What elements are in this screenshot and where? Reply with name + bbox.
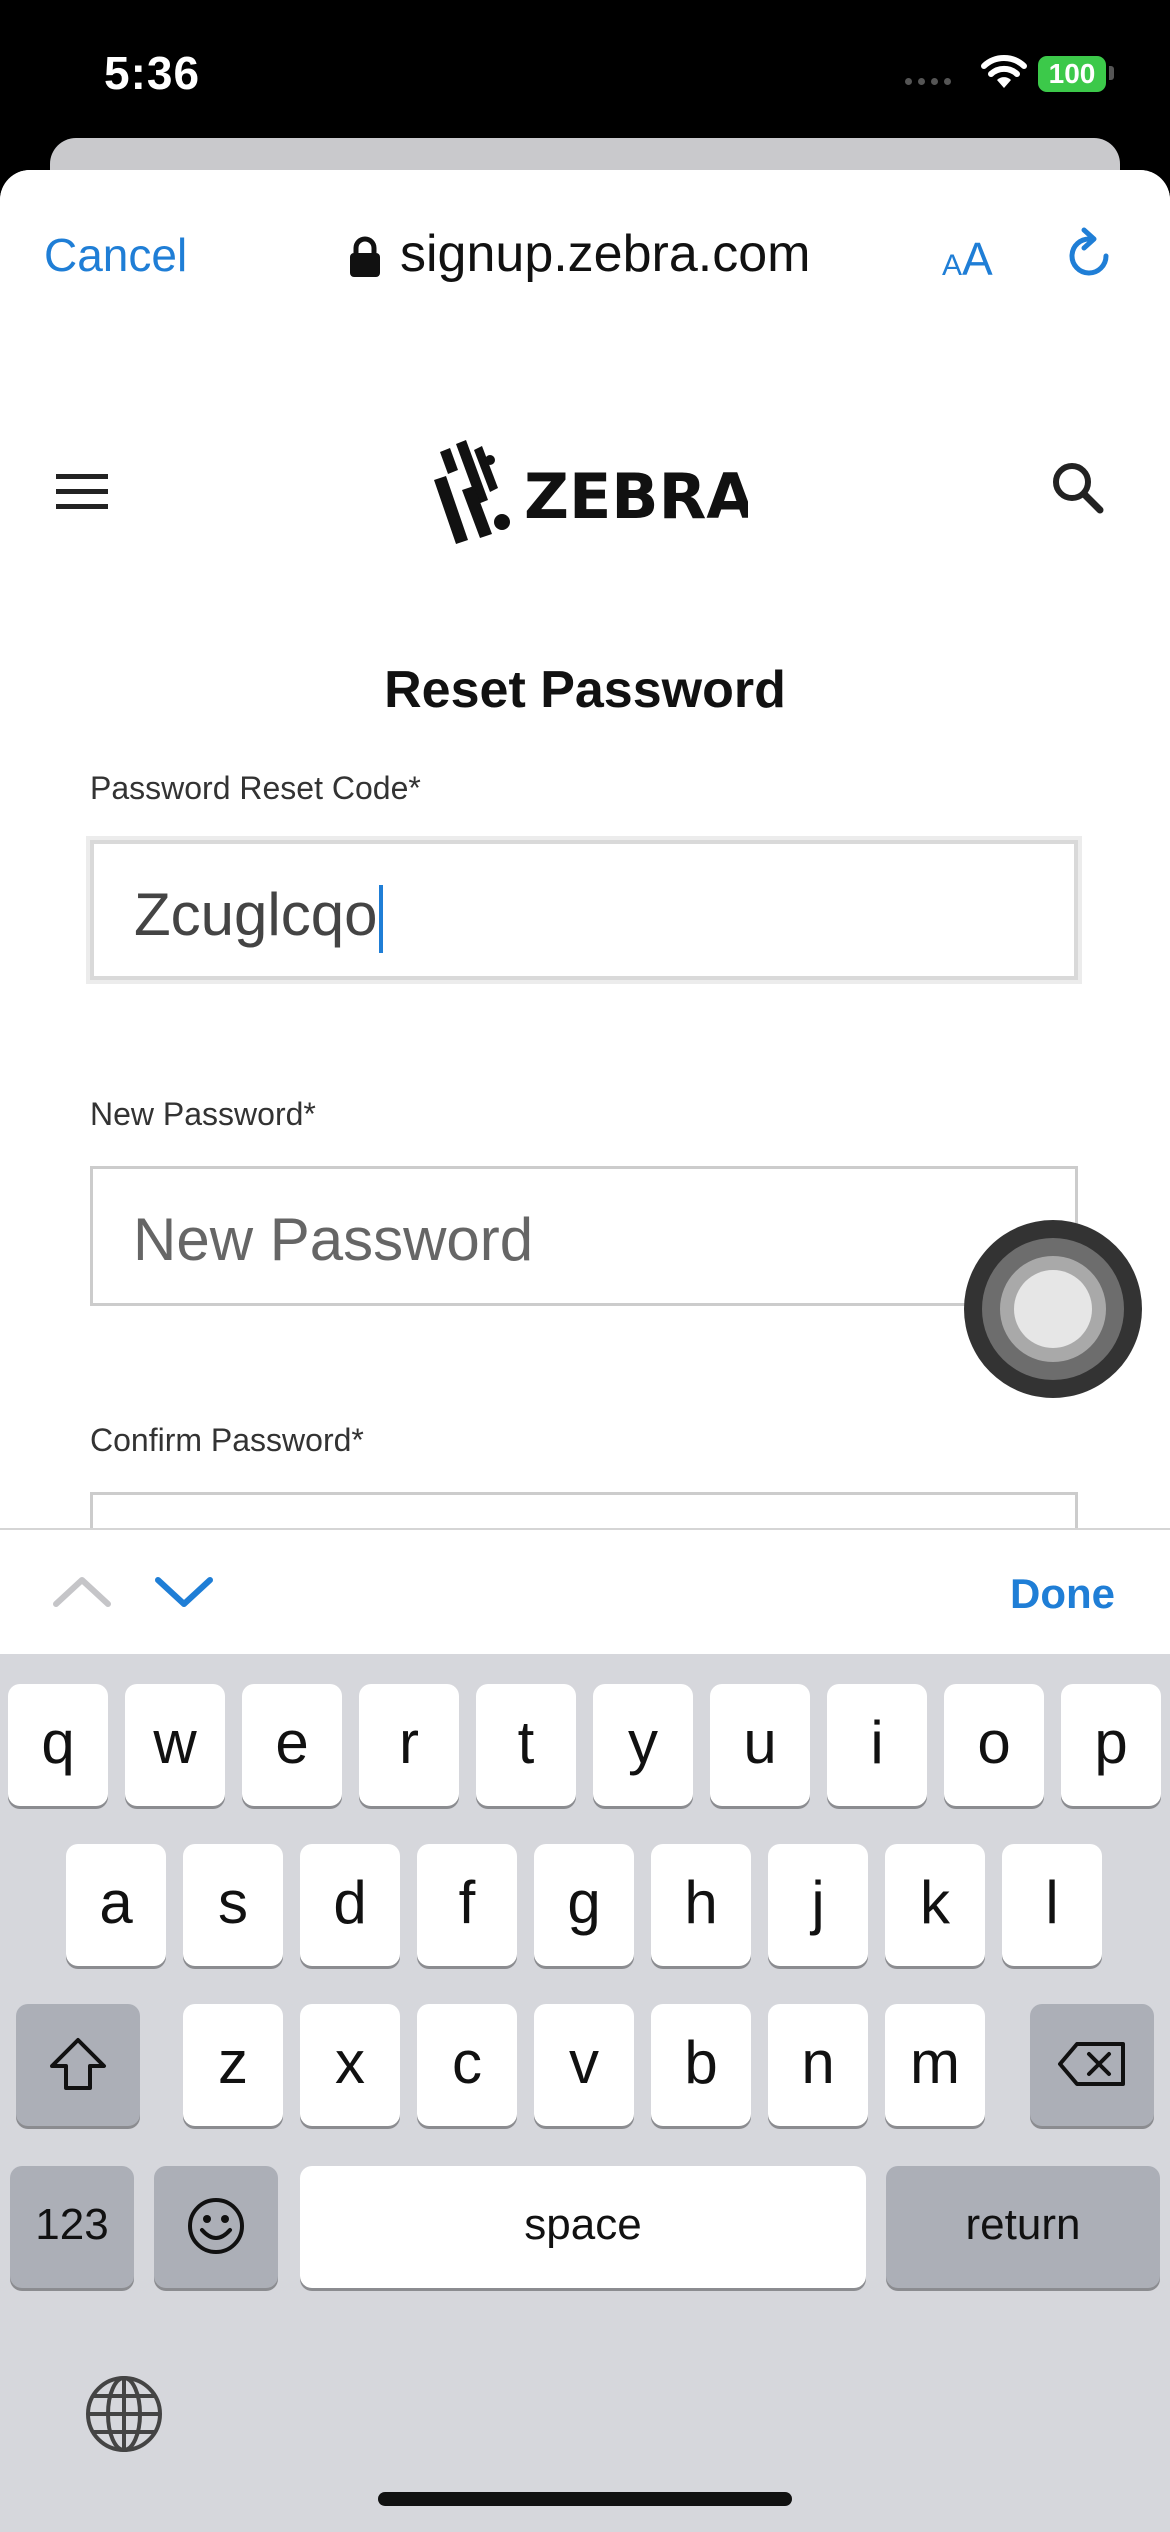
text-size-button[interactable]: AA [942, 232, 993, 286]
lock-icon [350, 236, 380, 277]
new-password-label: New Password* [90, 1096, 316, 1132]
zebra-logo[interactable]: ZEBRA [428, 430, 754, 565]
assistive-touch-button[interactable] [964, 1220, 1142, 1398]
key-k[interactable]: k [885, 1844, 985, 1966]
globe-icon[interactable] [82, 2372, 166, 2456]
delete-key[interactable] [1030, 2004, 1154, 2126]
key-x[interactable]: x [300, 2004, 400, 2126]
confirm-password-label: Confirm Password* [90, 1422, 364, 1458]
cellular-signal-icon [905, 72, 957, 90]
keyboard-accessory-bar: Done [0, 1528, 1170, 1656]
key-s[interactable]: s [183, 1844, 283, 1966]
key-r[interactable]: r [359, 1684, 459, 1806]
keyboard: q w e r t y u i o p a s d f g h j k l z … [0, 1654, 1170, 2532]
key-g[interactable]: g [534, 1844, 634, 1966]
return-key[interactable]: return [886, 2166, 1160, 2288]
reset-code-label: Password Reset Code* [90, 770, 421, 806]
text-size-large-a: A [962, 233, 993, 285]
key-y[interactable]: y [593, 1684, 693, 1806]
key-w[interactable]: w [125, 1684, 225, 1806]
key-z[interactable]: z [183, 2004, 283, 2126]
key-q[interactable]: q [8, 1684, 108, 1806]
key-c[interactable]: c [417, 2004, 517, 2126]
key-u[interactable]: u [710, 1684, 810, 1806]
status-time: 5:36 [104, 47, 201, 99]
battery-icon: 100 [1038, 56, 1106, 92]
key-j[interactable]: j [768, 1844, 868, 1966]
key-a[interactable]: a [66, 1844, 166, 1966]
cancel-button[interactable]: Cancel [44, 228, 187, 282]
shift-key[interactable] [16, 2004, 140, 2126]
key-p[interactable]: p [1061, 1684, 1161, 1806]
key-d[interactable]: d [300, 1844, 400, 1966]
chevron-up-icon[interactable] [52, 1572, 112, 1612]
backspace-icon [1058, 2042, 1125, 2086]
key-t[interactable]: t [476, 1684, 576, 1806]
text-caret [379, 885, 384, 954]
menu-icon[interactable] [56, 472, 108, 512]
battery-nub [1109, 66, 1114, 80]
key-f[interactable]: f [417, 1844, 517, 1966]
key-l[interactable]: l [1002, 1844, 1102, 1966]
key-b[interactable]: b [651, 2004, 751, 2126]
zebra-logo-mark: ZEBRA [434, 440, 754, 544]
reset-code-value: Zcuglcqo [134, 881, 378, 948]
url-field[interactable]: signup.zebra.com [400, 224, 810, 284]
chevron-down-icon[interactable] [154, 1572, 214, 1612]
search-icon[interactable] [1050, 460, 1106, 516]
shift-icon [50, 2038, 106, 2090]
key-e[interactable]: e [242, 1684, 342, 1806]
key-o[interactable]: o [944, 1684, 1044, 1806]
done-button[interactable]: Done [1010, 1570, 1115, 1618]
key-n[interactable]: n [768, 2004, 868, 2126]
text-size-small-a: A [942, 249, 963, 282]
page-title: Reset Password [384, 661, 786, 719]
new-password-input[interactable]: New Password [90, 1166, 1078, 1306]
emoji-key[interactable] [154, 2166, 278, 2288]
key-h[interactable]: h [651, 1844, 751, 1966]
space-key[interactable]: space [300, 2166, 866, 2288]
new-password-placeholder: New Password [133, 1206, 534, 1273]
emoji-icon [188, 2198, 244, 2254]
reload-icon[interactable] [1062, 226, 1118, 286]
status-bar: 5:36 100 [0, 0, 1170, 150]
key-m[interactable]: m [885, 2004, 985, 2126]
browser-toolbar: Cancel signup.zebra.com AA [0, 170, 1170, 330]
reset-code-input[interactable]: Zcuglcqo [90, 840, 1078, 980]
key-i[interactable]: i [827, 1684, 927, 1806]
wifi-icon [981, 55, 1027, 88]
numbers-key[interactable]: 123 [10, 2166, 134, 2288]
logo-text: ZEBRA [524, 460, 748, 533]
key-v[interactable]: v [534, 2004, 634, 2126]
home-indicator[interactable] [378, 2492, 792, 2506]
